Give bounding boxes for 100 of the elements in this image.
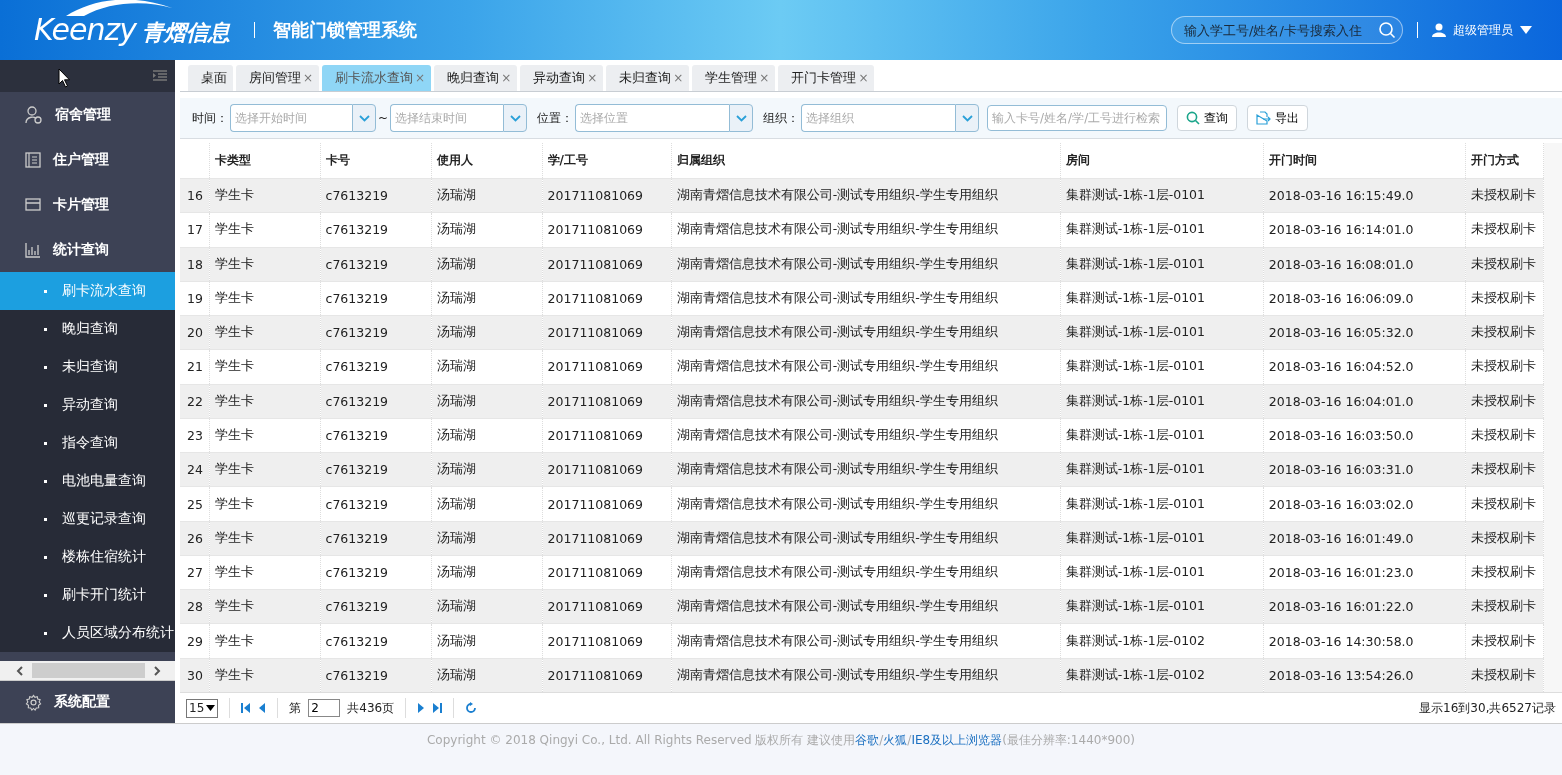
search-field[interactable]: 输入学工号/姓名/卡号搜索入住 xyxy=(1171,16,1403,44)
browser-link[interactable]: 谷歌 xyxy=(855,733,880,747)
chevron-down-icon xyxy=(735,114,747,122)
horizontal-scrollbar[interactable] xyxy=(0,661,175,681)
previous-page-icon[interactable] xyxy=(258,703,267,713)
row-number: 30 xyxy=(180,658,209,692)
close-tab-icon[interactable]: × xyxy=(587,71,598,85)
export-button[interactable]: 导出 xyxy=(1247,105,1309,131)
dropdown-caret-icon[interactable] xyxy=(1520,25,1532,35)
query-button[interactable]: 查询 xyxy=(1177,105,1238,131)
page-size-select[interactable]: 15 xyxy=(186,698,219,718)
organization-field[interactable]: 选择组织 xyxy=(801,104,956,132)
row-number: 20 xyxy=(180,315,209,350)
table-cell: 汤瑞湖 xyxy=(431,521,543,556)
table-cell: 湖南青熠信息技术有限公司-测试专用组织-学生专用组织 xyxy=(671,452,1061,487)
sidebar-subitem[interactable]: 人员区域分布统计 xyxy=(0,614,175,652)
row-number: 18 xyxy=(180,247,209,282)
refresh-icon[interactable] xyxy=(465,702,478,714)
table-cell: 201711081069 xyxy=(542,589,672,624)
sidebar-subitem[interactable]: 刷卡开门统计 xyxy=(0,576,175,614)
table-cell: 集群测试-1栋-1层-0101 xyxy=(1060,247,1264,282)
table-cell: 201711081069 xyxy=(542,452,672,487)
sidebar-subitem[interactable]: 巡更记录查询 xyxy=(0,500,175,538)
first-page-icon[interactable] xyxy=(241,703,252,713)
page-number-field[interactable]: 2 xyxy=(308,699,341,717)
table-cell: 集群测试-1栋-1层-0102 xyxy=(1060,658,1264,692)
table-cell: 湖南青熠信息技术有限公司-测试专用组织-学生专用组织 xyxy=(671,521,1061,556)
sidebar-subitem[interactable]: 电池电量查询 xyxy=(0,462,175,500)
next-page-icon[interactable] xyxy=(417,703,426,713)
keyword-search-field[interactable]: 输入卡号/姓名/学/工号进行检索 xyxy=(987,105,1168,131)
tab[interactable]: 桌面 xyxy=(188,65,233,91)
browser-link[interactable]: 火狐 xyxy=(883,733,908,747)
dropdown-button[interactable] xyxy=(955,104,980,132)
browser-link[interactable]: IE8及以上浏览器 xyxy=(911,733,1003,747)
chevron-down-icon xyxy=(358,114,370,122)
column-header: 使用人 xyxy=(436,153,473,167)
range-separator: ~ xyxy=(378,111,389,125)
last-page-icon[interactable] xyxy=(432,703,443,713)
table-cell: 学生卡 xyxy=(209,658,321,692)
people-icon xyxy=(25,105,43,124)
vertical-scrollbar[interactable] xyxy=(1544,143,1562,692)
table-cell: 湖南青熠信息技术有限公司-测试专用组织-学生专用组织 xyxy=(671,384,1061,419)
search-icon xyxy=(1186,111,1201,125)
table-cell: 201711081069 xyxy=(542,384,672,419)
sidebar-subitem[interactable]: 指令查询 xyxy=(0,424,175,462)
tab[interactable]: 晚归查询× xyxy=(434,65,518,91)
sidebar-subitem[interactable]: 晚归查询 xyxy=(0,310,175,348)
sidebar-subitem[interactable]: 未归查询 xyxy=(0,348,175,386)
table-cell: 湖南青熠信息技术有限公司-测试专用组织-学生专用组织 xyxy=(671,178,1061,213)
table-cell: 未授权刷卡 xyxy=(1465,384,1544,419)
sidebar-item[interactable]: 系统配置 xyxy=(0,681,175,723)
table-cell: 学生卡 xyxy=(209,452,321,487)
location-field[interactable]: 选择位置 xyxy=(575,104,730,132)
start-time-field[interactable]: 选择开始时间 xyxy=(230,104,352,132)
scroll-left-icon[interactable] xyxy=(16,665,24,676)
close-tab-icon[interactable]: × xyxy=(858,71,869,85)
close-tab-icon[interactable]: × xyxy=(673,71,684,85)
close-tab-icon[interactable]: × xyxy=(303,71,314,85)
end-time-field[interactable]: 选择结束时间 xyxy=(390,104,504,132)
column-header: 卡类型 xyxy=(214,153,251,167)
system-title: 智能门锁管理系统 xyxy=(273,18,418,42)
table-cell: 2018-03-16 16:15:49.0 xyxy=(1263,178,1466,213)
sidebar-subitem[interactable]: 楼栋住宿统计 xyxy=(0,538,175,576)
close-tab-icon[interactable]: × xyxy=(759,71,770,85)
column-header: 卡号 xyxy=(325,153,350,167)
tab[interactable]: 学生管理× xyxy=(692,65,776,91)
table-cell: 学生卡 xyxy=(209,589,321,624)
table-cell: 汤瑞湖 xyxy=(431,315,543,350)
collapse-menu-icon[interactable] xyxy=(153,70,167,82)
page-total: 共436页 xyxy=(347,699,395,717)
user-icon xyxy=(1432,23,1446,37)
tab[interactable]: 开门卡管理× xyxy=(778,65,875,91)
chevron-down-icon xyxy=(509,114,521,122)
sidebar-subitem[interactable]: 异动查询 xyxy=(0,386,175,424)
filter-label: 位置： xyxy=(537,109,574,127)
table-cell: 201711081069 xyxy=(542,658,672,692)
table-cell: c7613219 xyxy=(320,247,432,282)
tab[interactable]: 未归查询× xyxy=(606,65,690,91)
table-cell: 汤瑞湖 xyxy=(431,178,543,213)
dropdown-button[interactable] xyxy=(503,104,528,132)
dropdown-button[interactable] xyxy=(352,104,376,132)
table-cell: 湖南青熠信息技术有限公司-测试专用组织-学生专用组织 xyxy=(671,315,1061,350)
table-cell: 汤瑞湖 xyxy=(431,658,543,692)
table-cell: 湖南青熠信息技术有限公司-测试专用组织-学生专用组织 xyxy=(671,247,1061,282)
user-name[interactable]: 超级管理员 xyxy=(1453,21,1513,39)
table-cell: 2018-03-16 16:08:01.0 xyxy=(1263,247,1466,282)
table-cell: 湖南青熠信息技术有限公司-测试专用组织-学生专用组织 xyxy=(671,589,1061,624)
table-cell: 未授权刷卡 xyxy=(1465,452,1544,487)
close-tab-icon[interactable]: × xyxy=(501,71,512,85)
table-cell: 2018-03-16 16:01:49.0 xyxy=(1263,521,1466,556)
tab[interactable]: 刷卡流水查询× xyxy=(322,65,432,91)
scroll-right-icon[interactable] xyxy=(153,665,161,676)
dropdown-button[interactable] xyxy=(729,104,754,132)
row-number: 22 xyxy=(180,384,209,419)
tab[interactable]: 房间管理× xyxy=(236,65,320,91)
column-header: 归属组织 xyxy=(676,153,725,167)
table-cell: 汤瑞湖 xyxy=(431,589,543,624)
table-cell: 汤瑞湖 xyxy=(431,452,543,487)
column-header: 开门时间 xyxy=(1268,153,1317,167)
tab[interactable]: 异动查询× xyxy=(520,65,604,91)
